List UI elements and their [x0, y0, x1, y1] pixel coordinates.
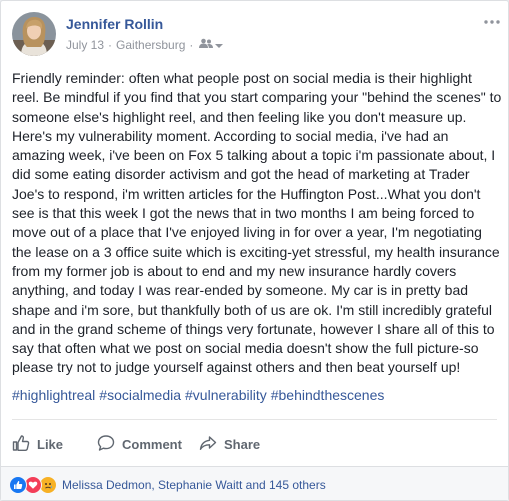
friends-icon [199, 38, 214, 52]
meta-separator: · [108, 38, 113, 52]
chevron-down-icon [215, 38, 224, 52]
reactions-text[interactable]: Melissa Dedmon, Stephanie Waitt and 145 … [62, 478, 326, 492]
post-location[interactable]: Gaithersburg [116, 38, 185, 52]
post-date[interactable]: July 13 [66, 38, 104, 52]
more-icon [484, 11, 500, 29]
post-text: Friendly reminder: often what people pos… [12, 70, 502, 376]
post-card: Jennifer Rollin July 13 · Gaithersburg · [0, 0, 509, 501]
post-meta: July 13 · Gaithersburg · [66, 38, 224, 52]
comment-button[interactable]: Comment [97, 431, 182, 457]
author-name[interactable]: Jennifer Rollin [66, 16, 163, 32]
meta-separator: · [189, 38, 194, 52]
post-header: Jennifer Rollin July 13 · Gaithersburg · [12, 12, 502, 56]
like-reaction-icon [9, 476, 27, 494]
more-options-button[interactable] [482, 12, 502, 28]
avatar[interactable] [12, 12, 56, 56]
hashtag-link[interactable]: #highlightreal [12, 387, 95, 403]
hashtag-link[interactable]: #vulnerability [185, 387, 267, 403]
hashtags: #highlightreal #socialmedia #vulnerability… [12, 387, 384, 403]
share-label: Share [224, 436, 261, 452]
like-button[interactable]: Like [12, 431, 63, 457]
share-icon [199, 434, 224, 455]
thumbs-up-icon [12, 434, 37, 455]
action-bar: Like Comment Share [12, 425, 497, 463]
comment-icon [97, 434, 122, 455]
share-button[interactable]: Share [199, 431, 260, 457]
comment-label: Comment [122, 436, 182, 452]
hashtag-link[interactable]: #behindthescenes [271, 387, 385, 403]
audience-selector[interactable] [199, 38, 224, 52]
divider [12, 419, 497, 420]
reactions-summary[interactable]: Melissa Dedmon, Stephanie Waitt and 145 … [9, 476, 326, 494]
like-label: Like [37, 436, 64, 452]
hashtag-link[interactable]: #socialmedia [99, 387, 181, 403]
